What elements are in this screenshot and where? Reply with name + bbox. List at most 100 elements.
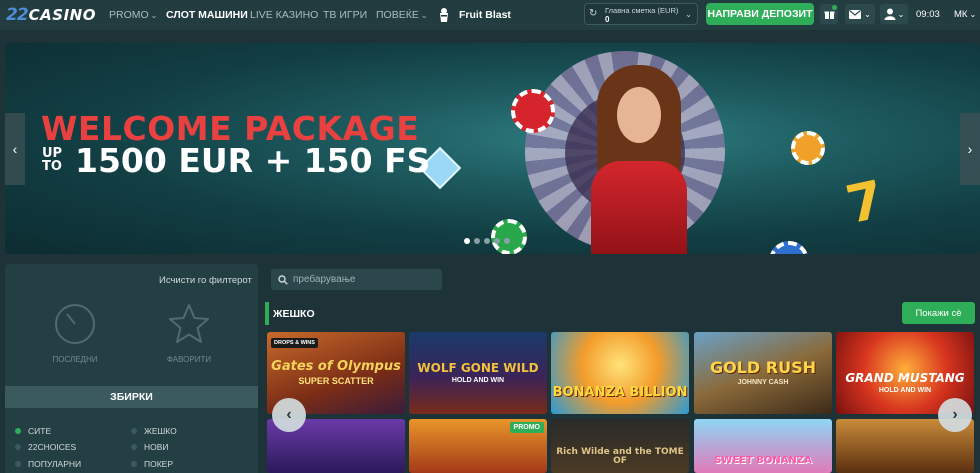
chevron-down-icon: ⌄ [897,9,905,19]
banner-prev-button[interactable]: ‹ [5,113,25,185]
logo-number: 22 [6,5,29,25]
collection-hot[interactable]: ЖЕШКО [131,426,177,436]
banner-dot[interactable] [464,238,470,244]
deposit-button[interactable]: НАПРАВИ ДЕПОЗИТ [706,3,814,25]
promo-banner[interactable]: 7 WELCOME PACKAGE UP TO 1500 EUR + 150 F… [5,43,980,254]
collection-label: ПОКЕР [144,459,174,469]
game-title: GOLD RUSH [709,358,816,378]
game-tile-bonanza-billion[interactable]: BONANZA BILLION [551,332,689,414]
account-label: Главна сметка (EUR) [605,6,679,15]
collections-header: ЗБИРКИ [5,386,258,408]
search-input[interactable] [293,274,433,285]
site-logo[interactable]: 22 CASINO [6,5,96,25]
banner-dot[interactable] [494,238,500,244]
collection-22choices[interactable]: 22CHOICES [15,442,76,452]
fruit-blast-icon[interactable] [437,7,451,23]
recent-label: ПОСЛЕДНИ [52,355,98,364]
nav-tv-games[interactable]: ТВ ИГРИ [323,9,367,21]
nav-more-label: ПОВЕЌЕ [376,9,419,21]
collection-popular[interactable]: ПОПУЛАРНИ [15,459,81,469]
language-selector[interactable]: МК ⌄ [954,9,976,20]
game-title: Gates of Olympus [271,359,401,375]
game-tile-tome-of[interactable]: Rich Wilde and the TOME OF [551,419,689,473]
chevron-left-icon: ‹ [286,406,292,423]
collection-poker[interactable]: ПОКЕР [131,459,173,469]
search-icon [278,274,288,285]
clear-filters-link[interactable]: Исчисти го филтерот [159,275,252,286]
favorites-label: ФАВОРИТИ [166,355,212,364]
gift-button[interactable] [820,4,838,24]
collection-all[interactable]: СИТЕ [15,426,51,436]
collection-label: 22CHOICES [28,442,77,452]
star-icon [169,304,209,343]
collection-new[interactable]: НОВИ [131,442,169,452]
user-menu-button[interactable]: ⌄ [880,4,908,24]
collection-label: ЖЕШКО [144,426,177,436]
hostess-face-graphic [617,87,661,143]
top-navigation-bar: 22 CASINO PROMO ⌄ СЛОТ МАШИНИ LIVE КАЗИНО… [0,0,980,30]
game-title: BONANZA BILLION [552,385,688,401]
collection-label: СИТЕ [28,426,52,436]
chevron-down-icon: ⌄ [969,10,977,19]
chevron-down-icon: ⌄ [420,11,428,20]
banner-pagination [464,238,510,244]
hostess-dress-graphic [591,161,687,254]
game-title: SWEET BONANZA [714,454,812,466]
chevron-left-icon: ‹ [12,141,18,157]
clock-icon [55,304,95,344]
collection-label: НОВИ [144,442,169,452]
banner-upto: UP TO [42,147,62,173]
radio-bullet [15,444,21,450]
nav-promo[interactable]: PROMO ⌄ [109,9,157,21]
nav-fruit-blast[interactable]: Fruit Blast [459,9,511,21]
upto-line2: TO [42,159,62,174]
user-icon [884,8,896,20]
radio-bullet [15,461,21,467]
radio-bullet [15,428,21,434]
games-next-button[interactable]: › [938,398,972,432]
game-subtitle: SUPER SCATTER [298,375,374,386]
filter-panel: Исчисти го филтерот ПОСЛЕДНИ ФАВОРИТИ ЗБ… [5,264,258,473]
drops-wins-badge: DROPS & WINS [271,338,318,349]
games-prev-button[interactable]: ‹ [272,398,306,432]
nav-live-label: LIVE КАЗИНО [250,9,319,21]
banner-next-button[interactable]: › [960,113,980,185]
favorites-filter[interactable]: ФАВОРИТИ [154,302,224,364]
banner-dot[interactable] [474,238,480,244]
chevron-down-icon: ⌄ [685,10,692,19]
recent-games-filter[interactable]: ПОСЛЕДНИ [40,302,110,364]
banner-dot[interactable] [504,238,510,244]
nav-live-casino[interactable]: LIVE КАЗИНО [250,9,318,21]
game-title: GRAND MUSTANG [845,371,965,386]
chevron-down-icon: ⌄ [150,11,158,20]
game-tile-wolf-gone-wild[interactable]: WOLF GONE WILD HOLD AND WIN [409,332,547,414]
red-chip-graphic [511,89,555,133]
messages-button[interactable]: ⌄ [845,4,875,24]
nav-slot-machines[interactable]: СЛОТ МАШИНИ [166,9,248,21]
lucky-seven-graphic: 7 [841,169,890,237]
nav-promo-label: PROMO [109,9,149,21]
green-chip-graphic [491,219,527,254]
nav-more[interactable]: ПОВЕЌЕ ⌄ [376,9,428,21]
game-tile-gold-rush[interactable]: GOLD RUSH JOHNNY CASH [694,332,832,414]
radio-bullet [131,444,137,450]
gift-icon [824,11,834,19]
radio-bullet [131,461,137,467]
blue-chip-graphic [769,241,809,254]
nav-slots-label: СЛОТ МАШИНИ [166,9,248,21]
nav-tv-label: ТВ ИГРИ [323,9,368,21]
banner-dot[interactable] [484,238,490,244]
game-search[interactable] [271,269,442,290]
game-tile-sweet-bonanza[interactable]: SWEET BONANZA [694,419,832,473]
account-balance-selector[interactable]: ↻ Главна сметка (EUR) 0 ⌄ [584,3,698,25]
show-all-button[interactable]: Покажи сè [902,302,975,324]
chevron-right-icon: › [952,406,958,423]
radio-bullet [131,428,137,434]
refresh-icon[interactable]: ↻ [589,8,597,19]
mail-icon [849,9,862,19]
game-subtitle: HOLD AND WIN [451,376,505,384]
game-title: Rich Wilde and the TOME OF [556,446,684,466]
language-label: МК [954,9,968,20]
game-tile-promo[interactable]: PROMO [409,419,547,473]
game-title: WOLF GONE WILD [417,361,539,376]
